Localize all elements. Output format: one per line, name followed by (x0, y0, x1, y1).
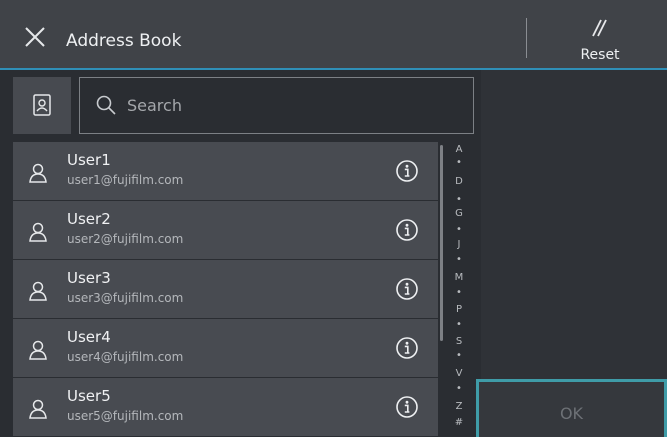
index-dot: • (456, 319, 462, 330)
search-input[interactable]: Search (79, 77, 474, 134)
search-placeholder: Search (127, 96, 182, 115)
list-item[interactable]: User4 user4@fujifilm.com (13, 319, 438, 377)
address-book-icon (33, 94, 51, 116)
list-item[interactable]: User5 user5@fujifilm.com (13, 378, 438, 436)
address-book-selector-button[interactable] (13, 77, 71, 134)
list-item[interactable]: User1 user1@fujifilm.com (13, 142, 438, 200)
contact-list: User1 user1@fujifilm.com User2 user2@fuj… (13, 142, 438, 437)
index-dot: • (456, 287, 462, 298)
user-icon (29, 222, 47, 242)
contact-name: User2 (67, 210, 111, 228)
contact-email: user2@fujifilm.com (67, 232, 184, 246)
index-letter-j[interactable]: J (448, 239, 470, 251)
search-icon (96, 95, 116, 115)
user-icon (29, 281, 47, 301)
list-item[interactable]: User2 user2@fujifilm.com (13, 201, 438, 259)
alphabet-index[interactable]: A • D • G • J • M • P • S • V • Z # (448, 142, 470, 437)
index-letter-s[interactable]: S (448, 336, 470, 348)
index-letter-p[interactable]: P (448, 304, 470, 316)
list-scrollbar[interactable] (440, 145, 443, 341)
contact-email: user4@fujifilm.com (67, 350, 184, 364)
info-icon[interactable] (395, 336, 419, 360)
close-icon (25, 27, 45, 47)
user-icon (29, 399, 47, 419)
contact-email: user1@fujifilm.com (67, 173, 184, 187)
index-letter-v[interactable]: V (448, 368, 470, 380)
ok-button[interactable]: OK (476, 379, 667, 437)
user-icon (29, 340, 47, 360)
close-button[interactable] (20, 22, 50, 52)
info-icon[interactable] (395, 277, 419, 301)
reset-icon (592, 19, 607, 37)
contact-name: User4 (67, 328, 111, 346)
index-dot: • (456, 254, 462, 265)
index-letter-m[interactable]: M (448, 272, 470, 284)
index-letter-hash[interactable]: # (448, 417, 470, 429)
index-letter-d[interactable]: D (448, 176, 470, 188)
index-letter-z[interactable]: Z (448, 401, 470, 413)
info-icon[interactable] (395, 395, 419, 419)
reset-label: Reset (580, 47, 620, 63)
index-dot: • (456, 157, 462, 168)
header-divider (526, 18, 527, 58)
index-letter-g[interactable]: G (448, 208, 470, 220)
user-icon (29, 163, 47, 183)
index-dot: • (456, 224, 462, 235)
contact-name: User5 (67, 387, 111, 405)
index-dot: • (456, 350, 462, 361)
info-icon[interactable] (395, 218, 419, 242)
index-dot: • (456, 194, 462, 205)
index-letter-a[interactable]: A (448, 144, 470, 156)
info-icon[interactable] (395, 159, 419, 183)
ok-label: OK (559, 404, 584, 423)
contact-email: user5@fujifilm.com (67, 409, 184, 423)
reset-button[interactable]: Reset (560, 12, 640, 66)
index-dot: • (456, 383, 462, 394)
contact-name: User1 (67, 151, 111, 169)
list-item[interactable]: User3 user3@fujifilm.com (13, 260, 438, 318)
contact-name: User3 (67, 269, 111, 287)
page-title: Address Book (66, 31, 182, 51)
header-bar: Address Book Reset (0, 0, 667, 68)
contact-email: user3@fujifilm.com (67, 291, 184, 305)
